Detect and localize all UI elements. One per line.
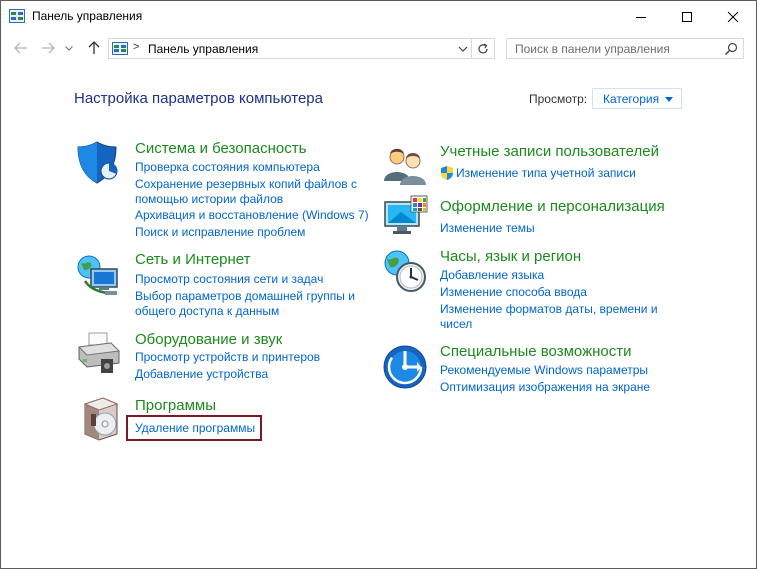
title-bar[interactable]: Панель управления <box>1 1 756 32</box>
category-ease-of-access[interactable]: Специальные возможности <box>440 343 632 360</box>
highlight-frame <box>126 415 262 441</box>
minimize-icon <box>636 16 646 18</box>
arrow-right-icon <box>42 42 55 54</box>
breadcrumb-control-panel[interactable]: Панель управления <box>148 42 258 56</box>
link-recommended-settings[interactable]: Рекомендуемые Windows параметры <box>440 362 648 378</box>
forward-button[interactable] <box>39 39 57 57</box>
link-change-date-time-formats-cont[interactable]: чисел <box>440 316 472 332</box>
uac-shield-icon <box>441 166 453 180</box>
link-add-device[interactable]: Добавление устройства <box>135 366 268 382</box>
category-system-security[interactable]: Система и безопасность <box>135 140 306 157</box>
category-clock-language-region[interactable]: Часы, язык и регион <box>440 248 581 265</box>
refresh-icon <box>478 42 488 53</box>
search-box[interactable]: Поиск в панели управления <box>506 38 744 59</box>
page-title: Настройка параметров компьютера <box>74 90 323 107</box>
category-network-internet[interactable]: Сеть и Интернет <box>135 251 251 268</box>
arrow-up-icon <box>88 41 100 54</box>
refresh-button[interactable] <box>472 38 495 59</box>
maximize-icon <box>682 11 692 22</box>
category-appearance-personalization[interactable]: Оформление и персонализация <box>440 198 665 215</box>
link-change-date-time-formats[interactable]: Изменение форматов даты, времени и <box>440 301 658 317</box>
programs-disc-icon[interactable] <box>77 394 125 442</box>
minimize-button[interactable] <box>618 1 664 32</box>
link-add-language[interactable]: Добавление языка <box>440 267 544 283</box>
shield-security-icon[interactable] <box>75 138 123 186</box>
breadcrumb-separator[interactable]: > <box>133 41 139 53</box>
chevron-down-icon[interactable] <box>458 43 468 55</box>
clock-globe-icon[interactable] <box>381 247 429 295</box>
dropdown-arrow-icon <box>665 97 673 102</box>
link-file-history-backup-cont[interactable]: помощью истории файлов <box>135 191 283 207</box>
view-by-label: Просмотр: <box>529 92 588 106</box>
link-file-history-backup[interactable]: Сохранение резервных копий файлов с <box>135 176 357 192</box>
link-change-input-method[interactable]: Изменение способа ввода <box>440 284 587 300</box>
search-input[interactable]: Поиск в панели управления <box>515 42 670 56</box>
monitor-palette-icon[interactable] <box>381 194 429 242</box>
printer-icon[interactable] <box>75 329 123 377</box>
view-by-value: Категория <box>603 92 660 106</box>
link-change-account-type[interactable]: Изменение типа учетной записи <box>456 165 636 181</box>
category-user-accounts[interactable]: Учетные записи пользователей <box>440 143 659 160</box>
link-check-computer-status[interactable]: Проверка состояния компьютера <box>135 159 320 175</box>
navigation-bar: > Панель управления Поиск в панели управ… <box>1 32 756 64</box>
close-icon <box>727 11 739 22</box>
address-bar[interactable]: > Панель управления <box>108 38 472 59</box>
category-programs[interactable]: Программы <box>135 397 216 414</box>
link-change-theme[interactable]: Изменение темы <box>440 220 535 236</box>
link-homegroup-sharing[interactable]: Выбор параметров домашней группы и <box>135 288 355 304</box>
back-button[interactable] <box>12 39 30 57</box>
search-icon[interactable] <box>724 42 738 56</box>
control-panel-window: Панель управления > Панель управления По… <box>0 0 757 569</box>
ease-of-access-icon[interactable] <box>381 343 429 391</box>
link-backup-restore-win7[interactable]: Архивация и восстановление (Windows 7) <box>135 207 369 223</box>
network-globe-icon[interactable] <box>75 251 123 299</box>
link-optimize-visual-display[interactable]: Оптимизация изображения на экране <box>440 379 650 395</box>
view-by-select[interactable]: Категория <box>592 88 682 109</box>
control-panel-icon <box>9 9 25 23</box>
recent-locations-button[interactable] <box>62 39 76 57</box>
link-troubleshoot[interactable]: Поиск и исправление проблем <box>135 224 305 240</box>
up-button[interactable] <box>85 39 103 57</box>
link-network-status[interactable]: Просмотр состояния сети и задач <box>135 271 323 287</box>
link-devices-printers[interactable]: Просмотр устройств и принтеров <box>135 349 320 365</box>
arrow-left-icon <box>14 42 27 54</box>
close-button[interactable] <box>710 1 756 32</box>
chevron-down-icon <box>65 45 73 51</box>
window-title: Панель управления <box>32 9 143 23</box>
link-homegroup-sharing-cont[interactable]: общего доступа к данным <box>135 303 279 319</box>
users-icon[interactable] <box>381 141 429 189</box>
category-hardware-sound[interactable]: Оборудование и звук <box>135 331 282 348</box>
maximize-button[interactable] <box>664 1 710 32</box>
control-panel-icon <box>112 42 128 55</box>
